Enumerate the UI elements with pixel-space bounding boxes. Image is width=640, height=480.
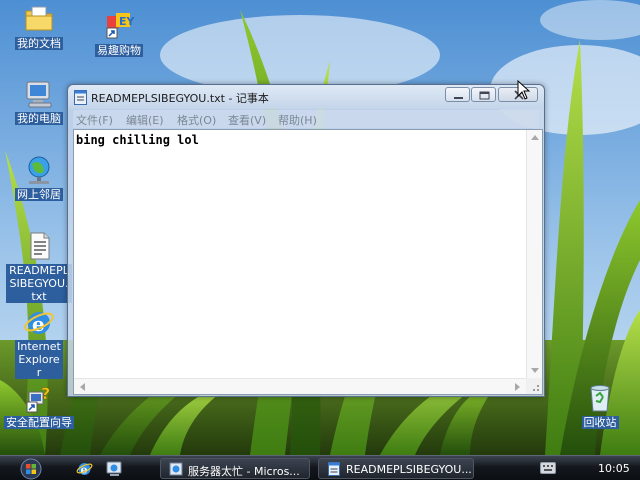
system-clock[interactable]: 10:05 [598,462,630,475]
maximize-icon [479,91,490,100]
security-wizard-icon: ? [26,384,51,413]
desktop-icon-recycle-bin[interactable]: 回收站 [564,382,636,429]
menu-edit[interactable]: 编辑(E) [126,112,164,128]
recycle-bin-icon [590,385,610,412]
menu-view[interactable]: 查看(V) [228,112,266,128]
menu-help[interactable]: 帮助(H) [278,112,317,128]
mouse-cursor-icon [517,80,531,100]
desktop-icon-label: 安全配置向导 [4,416,74,429]
menu-format[interactable]: 格式(O) [177,112,216,128]
my-documents-icon [25,6,53,31]
desktop-icon-my-documents[interactable]: 我的文档 [3,3,75,50]
minimize-button[interactable] [445,87,470,102]
show-desktop-icon[interactable] [106,460,123,477]
desktop-icon-label: 网上邻居 [15,188,63,201]
taskbar: e 服务器太忙 - Micros... READMEPLSIBEGYOU... … [0,455,640,480]
scroll-down-arrow-icon[interactable] [531,368,539,374]
window-title: READMEPLSIBEGYOU.txt - 记事本 [91,92,269,105]
desktop-icon-label: Internet Explorer [15,340,63,379]
start-button[interactable] [16,458,46,480]
desktop-icon-my-computer[interactable]: 我的电脑 [3,78,75,125]
internet-explorer-icon[interactable]: e [76,460,93,477]
taskbar-button-ie-window[interactable]: 服务器太忙 - Micros... [160,458,310,479]
resize-grip[interactable] [526,378,542,394]
shopping-shortcut-icon: EY [106,13,135,39]
desktop-icon-security-wizard[interactable]: ? 安全配置向导 [3,382,75,429]
svg-text:?: ? [41,384,50,403]
scroll-up-arrow-icon[interactable] [531,134,539,140]
horizontal-scrollbar[interactable] [74,378,526,394]
text-editor-area[interactable]: bing chilling lol [73,129,543,395]
taskbar-button-label: READMEPLSIBEGYOU... [346,463,472,476]
svg-text:EY: EY [119,15,135,28]
desktop-icon-readme-file[interactable]: READMEPLSIBEGYOU.txt [3,230,75,303]
menu-bar: 文件(F) 编辑(E) 格式(O) 查看(V) 帮助(H) [73,110,539,128]
notepad-app-icon [74,90,87,105]
keyboard-language-icon[interactable] [540,462,556,474]
scroll-left-arrow-icon[interactable] [79,383,85,391]
resize-grip-icon [533,385,539,391]
desktop-icon-label: 易趣购物 [95,44,143,57]
desktop-icon-shopping[interactable]: EY 易趣购物 [83,10,155,57]
internet-explorer-icon: e [24,312,54,336]
minimize-icon [454,97,463,99]
my-computer-icon [26,81,52,108]
desktop-icon-label: READMEPLSIBEGYOU.txt [6,264,72,303]
desktop-icon-label: 我的电脑 [15,112,63,125]
desktop-icon-label: 回收站 [581,416,619,429]
desktop-icon-internet-explorer[interactable]: e Internet Explorer [3,306,75,379]
scroll-right-arrow-icon[interactable] [515,383,521,391]
text-file-icon [30,232,50,260]
network-places-icon [28,156,50,184]
desktop-icon-network-places[interactable]: 网上邻居 [3,154,75,201]
taskbar-button-notepad[interactable]: READMEPLSIBEGYOU... [318,458,474,479]
notepad-app-icon [328,462,340,476]
taskbar-button-label: 服务器太忙 - Micros... [188,465,300,478]
notepad-window[interactable]: READMEPLSIBEGYOU.txt - 记事本 文件(F) 编辑(E) 格… [67,84,545,397]
vertical-scrollbar[interactable] [526,130,542,378]
desktop-icon-label: 我的文档 [15,37,63,50]
maximize-button[interactable] [471,87,496,102]
window-title-bar[interactable]: READMEPLSIBEGYOU.txt - 记事本 [68,85,544,109]
menu-file[interactable]: 文件(F) [76,112,113,128]
ie-window-icon [169,462,183,476]
editor-text[interactable]: bing chilling lol [76,133,521,373]
